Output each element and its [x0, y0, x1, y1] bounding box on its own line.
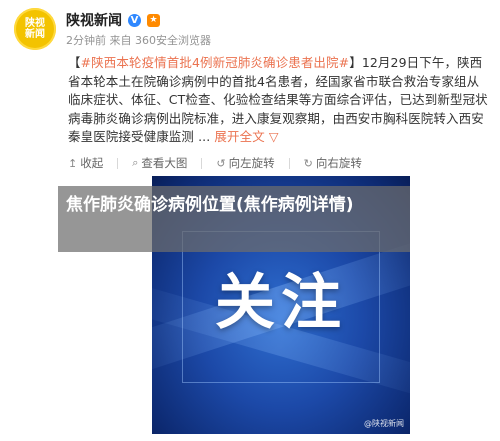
- avatar-text-line1: 陕视: [25, 18, 45, 29]
- rotate-left-icon: ↺: [216, 156, 226, 170]
- view-large-image-button[interactable]: ⌕ 查看大图: [132, 155, 187, 171]
- rotate-right-icon: ↻: [303, 156, 313, 170]
- divider: [117, 157, 119, 169]
- bracket-close: 】: [349, 55, 362, 70]
- expand-full-text-link[interactable]: 展开全文 ▽: [214, 129, 278, 144]
- image-watermark: @陕视新闻: [364, 419, 404, 428]
- divider: [201, 157, 203, 169]
- member-badge-icon: ★: [147, 13, 160, 27]
- rotate-left-label: 向左旋转: [228, 156, 275, 170]
- avatar[interactable]: 陕视 新闻: [14, 8, 56, 50]
- author-row: 陕视新闻 V ★: [66, 11, 160, 29]
- ellipsis: ...: [194, 129, 211, 144]
- avatar-text-line2: 新闻: [25, 29, 45, 40]
- image-headline: 关注: [215, 268, 347, 338]
- collapse-label: 收起: [80, 156, 104, 170]
- collapse-button[interactable]: ↥ 收起: [68, 155, 103, 171]
- view-large-label: 查看大图: [141, 156, 188, 170]
- rotate-right-label: 向右旋转: [315, 156, 362, 170]
- image-action-bar: ↥ 收起 ⌕ 查看大图 ↺ 向左旋转 ↻ 向右旋转: [68, 154, 362, 172]
- topic-link[interactable]: #陕西本轮疫情首批4例新冠肺炎确诊患者出院#: [81, 55, 350, 70]
- post-content: 【#陕西本轮疫情首批4例新冠肺炎确诊患者出院#】12月29日下午，陕西省本轮本土…: [68, 54, 488, 147]
- rotate-right-button[interactable]: ↻ 向右旋转: [304, 155, 362, 171]
- author-name[interactable]: 陕视新闻: [66, 10, 122, 30]
- collapse-icon: ↥: [68, 156, 78, 170]
- search-icon: ⌕: [132, 156, 139, 169]
- overlay-title: 焦作肺炎确诊病例位置(焦作病例详情): [66, 195, 354, 215]
- bracket-open: 【: [68, 55, 81, 70]
- verified-icon: V: [128, 13, 141, 27]
- weibo-post: 陕视 新闻 陕视新闻 V ★ 2分钟前 来自 360安全浏览器 【#陕西本轮疫情…: [0, 0, 500, 441]
- rotate-left-button[interactable]: ↺ 向左旋转: [216, 155, 274, 171]
- divider: [288, 157, 290, 169]
- post-header: 陕视 新闻 陕视新闻 V ★ 2分钟前 来自 360安全浏览器: [14, 8, 484, 52]
- post-meta: 2分钟前 来自 360安全浏览器: [66, 34, 211, 47]
